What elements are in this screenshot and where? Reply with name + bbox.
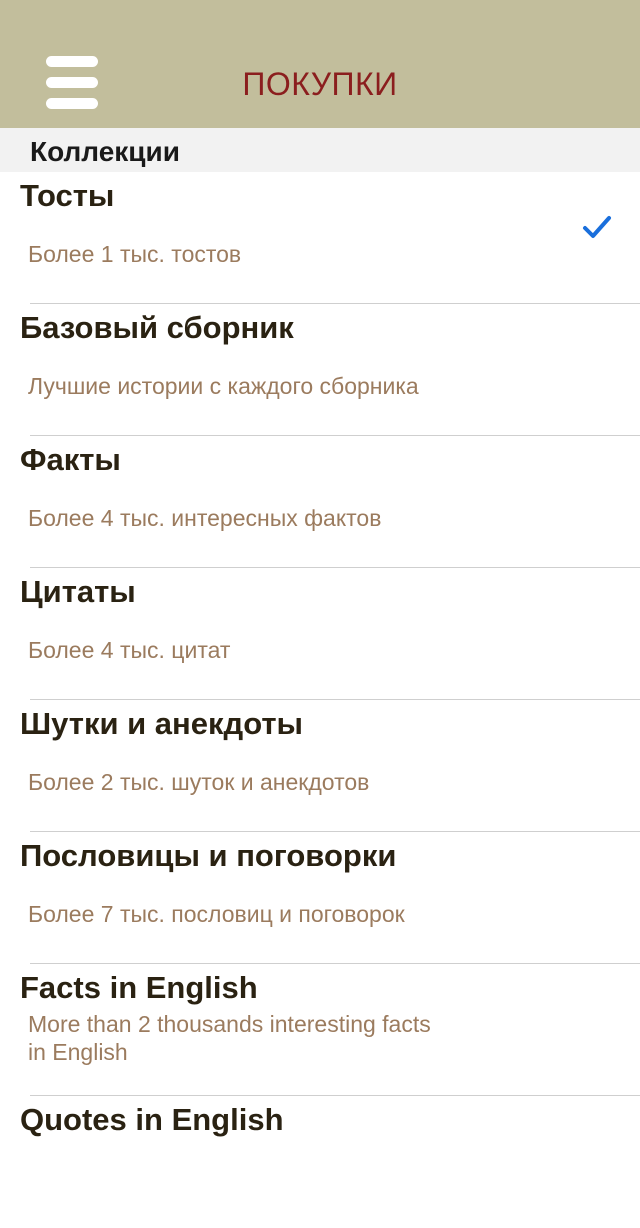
page-title: ПОКУПКИ	[242, 66, 398, 102]
checkmark-icon	[583, 216, 611, 238]
list-item-subtitle: Более 4 тыс. цитат	[28, 637, 231, 663]
list-item-title: Пословицы и поговорки	[20, 838, 397, 873]
list-item-quotes-english[interactable]: Quotes in English	[0, 1096, 640, 1228]
collections-list: Тосты Более 1 тыс. тостов Базовый сборни…	[0, 172, 640, 1228]
list-item-jokes[interactable]: Шутки и анекдоты Более 2 тыс. шуток и ан…	[0, 700, 640, 832]
list-item-title: Цитаты	[20, 574, 136, 609]
list-item-title: Шутки и анекдоты	[20, 706, 304, 741]
list-item-facts[interactable]: Факты Более 4 тыс. интересных фактов	[0, 436, 640, 568]
section-header-label: Коллекции	[30, 136, 180, 167]
list-item-toasts[interactable]: Тосты Более 1 тыс. тостов	[0, 172, 640, 304]
list-item-title: Quotes in English	[20, 1102, 284, 1137]
list-item-facts-english[interactable]: Facts in English More than 2 thousands i…	[0, 964, 640, 1096]
list-item-quotes[interactable]: Цитаты Более 4 тыс. цитат	[0, 568, 640, 700]
list-item-subtitle: Лучшие истории с каждого сборника	[28, 373, 419, 399]
section-header: Коллекции	[0, 128, 640, 172]
list-item-subtitle: Более 2 тыс. шуток и анекдотов	[28, 769, 370, 795]
list-item-subtitle: Более 4 тыс. интересных фактов	[28, 505, 382, 531]
navigation-bar: ПОКУПКИ	[0, 0, 640, 128]
list-item-title: Базовый сборник	[20, 310, 294, 345]
list-item-title: Тосты	[20, 178, 115, 213]
list-item-proverbs[interactable]: Пословицы и поговорки Более 7 тыс. посло…	[0, 832, 640, 964]
list-item-subtitle: More than 2 thousands interesting facts …	[28, 1011, 431, 1065]
list-item-title: Факты	[20, 442, 121, 477]
list-item-title: Facts in English	[20, 970, 258, 1005]
list-item-subtitle: Более 7 тыс. пословиц и поговорок	[28, 901, 405, 927]
list-item-base-collection[interactable]: Базовый сборник Лучшие истории с каждого…	[0, 304, 640, 436]
list-item-subtitle: Более 1 тыс. тостов	[28, 241, 242, 267]
